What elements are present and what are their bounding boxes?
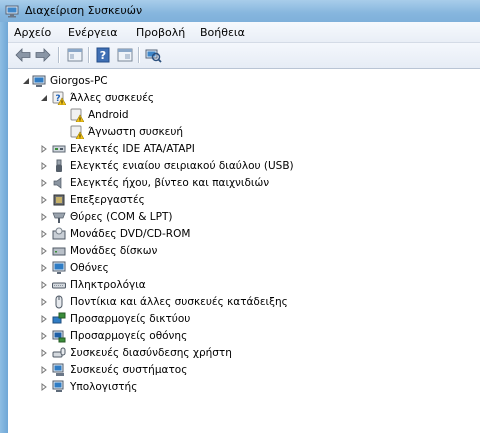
collapsed-triangle-icon[interactable] (40, 349, 48, 357)
toolbar-separator (88, 47, 90, 63)
hid-icon (52, 347, 66, 358)
network-adapter-icon (52, 312, 66, 324)
collapsed-triangle-icon[interactable] (40, 196, 48, 204)
mouse-icon (55, 295, 63, 309)
tree-item-label: Άλλες συσκευές (70, 92, 155, 104)
usb-icon (56, 159, 62, 172)
tree-item-dvd-drives[interactable]: Μονάδες DVD/CD-ROM (8, 226, 328, 242)
display-adapter-icon (52, 330, 66, 343)
tree-item-label: Προσαρμογείς οθόνης (70, 330, 188, 342)
back-arrow-icon[interactable] (14, 47, 32, 63)
tree-item-label: Ελεγκτές ενιαίου σειριακού διαύλου (USB) (70, 160, 294, 172)
help-icon[interactable]: ? (94, 47, 112, 63)
collapsed-triangle-icon[interactable] (40, 213, 48, 221)
tree-item-label: Συσκευές συστήματος (70, 364, 188, 376)
menu-bar: Αρχείο Ενέργεια Προβολή Βοήθεια (8, 22, 480, 43)
tree-item-label: Υπολογιστής (70, 381, 138, 393)
menu-help[interactable]: Βοήθεια (200, 26, 245, 39)
window-frame (0, 22, 8, 433)
port-connector-icon (52, 212, 66, 223)
forward-arrow-icon[interactable] (34, 47, 52, 63)
scan-hardware-icon[interactable] (144, 47, 162, 63)
disk-drive-icon (52, 247, 66, 256)
collapsed-triangle-icon[interactable] (40, 315, 48, 323)
collapsed-triangle-icon[interactable] (40, 145, 48, 153)
tree-item-monitors[interactable]: Οθόνες (8, 260, 328, 276)
tree-item-sound-video[interactable]: Ελεγκτές ήχου, βίντεο και παιχνιδιών (8, 175, 328, 191)
device-tree: Giorgos-PC ? Άλλες συσκευές Android Άγνω… (8, 69, 480, 433)
tree-item-hid[interactable]: Συσκευές διασύνδεσης χρήστη (8, 345, 328, 361)
tree-root-label: Giorgos-PC (50, 75, 108, 87)
tree-item-label: Μονάδες DVD/CD-ROM (70, 228, 191, 240)
tree-item-label: Συσκευές διασύνδεσης χρήστη (70, 347, 232, 359)
tree-item-label: Άγνωστη συσκευή (88, 126, 184, 138)
collapsed-triangle-icon[interactable] (40, 179, 48, 187)
tree-item-other-devices[interactable]: ? Άλλες συσκευές (8, 90, 308, 106)
tree-item-android[interactable]: Android (8, 107, 308, 123)
monitor-icon (52, 261, 66, 274)
tree-item-processors[interactable]: Επεξεργαστές (8, 192, 328, 208)
tree-root[interactable]: Giorgos-PC (8, 73, 308, 89)
tree-item-unknown-device[interactable]: Άγνωστη συσκευή (8, 124, 308, 140)
computer-icon (52, 380, 64, 392)
tree-item-disk-drives[interactable]: Μονάδες δίσκων (8, 243, 328, 259)
menu-action[interactable]: Ενέργεια (68, 26, 117, 39)
tree-item-display-adapters[interactable]: Προσαρμογείς οθόνης (8, 328, 328, 344)
expanded-triangle-icon[interactable] (22, 77, 30, 85)
collapsed-triangle-icon[interactable] (40, 230, 48, 238)
tree-item-ports[interactable]: Θύρες (COM & LPT) (8, 209, 328, 225)
collapsed-triangle-icon[interactable] (40, 298, 48, 306)
warning-device-icon (70, 108, 84, 122)
speaker-icon (53, 177, 62, 189)
window-title: Διαχείριση Συσκευών (25, 4, 143, 17)
tree-item-computer[interactable]: Υπολογιστής (8, 379, 328, 395)
processor-icon (53, 194, 65, 206)
system-devices-icon (52, 363, 64, 376)
collapsed-triangle-icon[interactable] (40, 162, 48, 170)
tree-item-label: Ελεγκτές ήχου, βίντεο και παιχνιδιών (70, 177, 270, 189)
svg-text:?: ? (100, 49, 106, 62)
toolbar-separator (58, 47, 60, 63)
unknown-device-warning-icon: ? (52, 91, 66, 105)
tree-item-network-adapters[interactable]: Προσαρμογείς δικτύου (8, 311, 328, 327)
collapsed-triangle-icon[interactable] (40, 281, 48, 289)
tree-item-label: Οθόνες (70, 262, 109, 274)
tree-item-system-devices[interactable]: Συσκευές συστήματος (8, 362, 328, 378)
tree-item-label: Επεξεργαστές (70, 194, 145, 206)
tree-item-label: Ελεγκτές IDE ATA/ATAPI (70, 143, 195, 155)
tree-item-ide-controllers[interactable]: Ελεγκτές IDE ATA/ATAPI (8, 141, 328, 157)
menu-file[interactable]: Αρχείο (14, 26, 51, 39)
tree-item-label: Προσαρμογείς δικτύου (70, 313, 191, 325)
tree-item-label: Android (88, 109, 129, 121)
tree-item-usb-controllers[interactable]: Ελεγκτές ενιαίου σειριακού διαύλου (USB) (8, 158, 328, 174)
tree-item-label: Ποντίκια και άλλες συσκευές κατάδειξης (70, 296, 288, 308)
collapsed-triangle-icon[interactable] (40, 332, 48, 340)
console-tree-icon[interactable] (116, 47, 134, 63)
tree-item-label: Θύρες (COM & LPT) (70, 211, 173, 223)
computer-icon (32, 75, 46, 87)
collapsed-triangle-icon[interactable] (40, 247, 48, 255)
expanded-triangle-icon[interactable] (40, 94, 48, 102)
menu-view[interactable]: Προβολή (136, 26, 185, 39)
title-bar: Διαχείριση Συσκευών (0, 0, 480, 22)
tree-item-label: Μονάδες δίσκων (70, 245, 158, 257)
collapsed-triangle-icon[interactable] (40, 366, 48, 374)
device-manager-icon (5, 5, 19, 18)
properties-pane-icon[interactable] (66, 47, 84, 63)
collapsed-triangle-icon[interactable] (40, 383, 48, 391)
toolbar-separator (138, 47, 140, 63)
warning-device-icon (70, 125, 84, 139)
dvd-drive-icon (52, 227, 66, 240)
collapsed-triangle-icon[interactable] (40, 264, 48, 272)
tree-item-keyboards[interactable]: Πληκτρολόγια (8, 277, 328, 293)
ide-controller-icon (52, 145, 66, 153)
tree-item-label: Πληκτρολόγια (70, 279, 146, 291)
keyboard-icon (52, 282, 66, 289)
toolbar: ? (8, 43, 480, 69)
tree-item-mice[interactable]: Ποντίκια και άλλες συσκευές κατάδειξης (8, 294, 328, 310)
